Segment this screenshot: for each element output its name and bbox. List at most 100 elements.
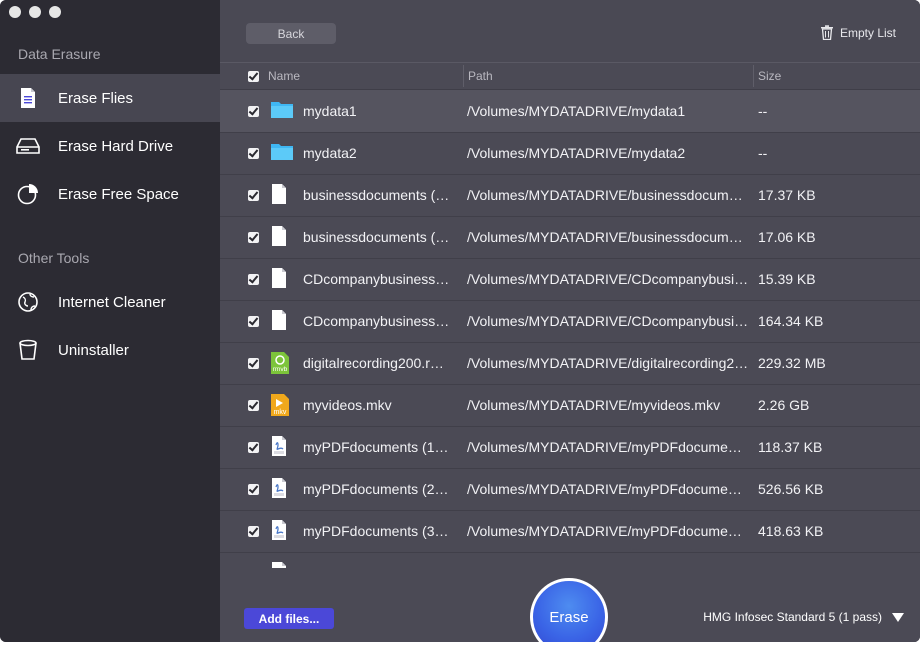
row-checkbox[interactable] — [248, 356, 259, 372]
file-name: CDcompanybusiness… — [303, 313, 450, 329]
file-name: businessdocuments (… — [303, 187, 450, 203]
row-checkbox[interactable] — [248, 146, 259, 162]
table-row[interactable]: rmvb digitalrecording200.r… /Volumes/MYD… — [220, 342, 920, 385]
pdf-file-icon — [270, 519, 292, 543]
folder-icon — [270, 141, 293, 165]
file-path: /Volumes/MYDATADRIVE/myvideos.mkv — [467, 397, 721, 413]
file-size: 418.63 KB — [758, 523, 824, 539]
file-size: 164.34 KB — [758, 313, 824, 329]
file-name: mydata1 — [303, 103, 357, 119]
checkbox — [248, 484, 259, 495]
row-checkbox[interactable] — [248, 314, 259, 330]
file-path: /Volumes/MYDATADRIVE/businessdocume… — [467, 187, 749, 203]
table-row[interactable]: CDcompanybusiness… /Volumes/MYDATADRIVE/… — [220, 258, 920, 301]
checkbox — [248, 70, 259, 82]
row-checkbox[interactable] — [248, 272, 259, 288]
empty-list-label: Empty List — [839, 25, 896, 40]
table-row[interactable]: mydata2 /Volumes/MYDATADRIVE/mydata2 -- — [220, 132, 920, 175]
file-size: 17.37 KB — [758, 187, 816, 203]
checkbox — [248, 442, 259, 453]
pdf-file-icon — [270, 477, 292, 501]
checkbox — [248, 232, 259, 243]
column-size-header[interactable]: Size — [758, 63, 781, 89]
mkv-badge: mkv — [274, 409, 287, 416]
checkbox — [248, 274, 259, 285]
hard-drive-icon — [16, 134, 40, 158]
document-icon — [16, 86, 40, 110]
main-panel: Back Empty List Name Path Size mydata1 /… — [220, 0, 920, 642]
file-path: /Volumes/MYDATADRIVE/mydata2 — [467, 145, 686, 161]
table-row[interactable]: mydata1 /Volumes/MYDATADRIVE/mydata1 -- — [220, 90, 920, 133]
file-size: 2.26 GB — [758, 397, 810, 413]
file-name: businessdocuments (… — [303, 229, 450, 245]
minimize-window-button[interactable] — [29, 6, 41, 18]
table-row-partial[interactable] — [220, 552, 920, 568]
sidebar-item-internet-cleaner[interactable]: Internet Cleaner — [0, 278, 220, 326]
chevron-down-icon — [892, 612, 904, 622]
file-path: /Volumes/MYDATADRIVE/CDcompanybusin… — [467, 271, 749, 287]
column-divider — [753, 65, 754, 87]
sidebar-item-erase-files[interactable]: Erase Flies — [0, 74, 220, 122]
checkbox — [248, 316, 259, 327]
rmvb-badge: rmvb — [273, 366, 288, 373]
file-name: myPDFdocuments (2… — [303, 481, 449, 497]
globe-icon — [16, 290, 40, 314]
file-icon — [270, 309, 292, 333]
trash-bin-icon — [16, 338, 40, 362]
file-size: 17.06 KB — [758, 229, 816, 245]
select-all-checkbox[interactable] — [248, 63, 259, 89]
file-icon — [270, 183, 292, 207]
file-path: /Volumes/MYDATADRIVE/myPDFdocument… — [467, 439, 749, 455]
checkbox — [248, 190, 259, 201]
sidebar-item-erase-hard-drive[interactable]: Erase Hard Drive — [0, 122, 220, 170]
section-title-other-tools: Other Tools — [18, 250, 90, 266]
sidebar-item-erase-free-space[interactable]: Erase Free Space — [0, 170, 220, 218]
table-row[interactable]: mkv myvideos.mkv /Volumes/MYDATADRIVE/my… — [220, 384, 920, 427]
table-row[interactable]: businessdocuments (… /Volumes/MYDATADRIV… — [220, 174, 920, 217]
file-path: /Volumes/MYDATADRIVE/businessdocume… — [467, 229, 749, 245]
empty-list-button[interactable]: Empty List — [820, 25, 896, 40]
sidebar-item-label: Erase Flies — [58, 89, 134, 107]
erase-button[interactable]: Erase — [530, 578, 608, 642]
pdf-file-icon — [270, 561, 292, 568]
file-path: /Volumes/MYDATADRIVE/CDcompanybusin… — [467, 313, 749, 329]
table-row[interactable]: businessdocuments (… /Volumes/MYDATADRIV… — [220, 216, 920, 259]
back-button[interactable]: Back — [246, 23, 336, 44]
file-name: myPDFdocuments (1… — [303, 439, 449, 455]
erase-method-dropdown[interactable]: HMG Infosec Standard 5 (1 pass) — [703, 610, 904, 624]
footer-bar: Add files... Erase HMG Infosec Standard … — [220, 568, 920, 642]
row-checkbox[interactable] — [248, 524, 259, 540]
table-row[interactable]: CDcompanybusiness… /Volumes/MYDATADRIVE/… — [220, 300, 920, 343]
row-checkbox[interactable] — [248, 398, 259, 414]
file-size: 526.56 KB — [758, 481, 824, 497]
table-row[interactable]: myPDFdocuments (1… /Volumes/MYDATADRIVE/… — [220, 426, 920, 469]
row-checkbox[interactable] — [248, 188, 259, 204]
column-name-header[interactable]: Name — [268, 63, 300, 89]
window-controls — [9, 6, 61, 18]
add-files-button[interactable]: Add files... — [244, 608, 334, 629]
sidebar-item-label: Erase Free Space — [58, 185, 179, 203]
row-checkbox[interactable] — [248, 230, 259, 246]
file-size: 15.39 KB — [758, 271, 816, 287]
column-path-header[interactable]: Path — [468, 63, 493, 89]
sidebar-item-label: Internet Cleaner — [58, 293, 166, 311]
row-checkbox[interactable] — [248, 482, 259, 498]
row-checkbox[interactable] — [248, 104, 259, 120]
file-name: CDcompanybusiness… — [303, 271, 450, 287]
file-name: mydata2 — [303, 145, 357, 161]
row-checkbox[interactable] — [248, 440, 259, 456]
sidebar-item-uninstaller[interactable]: Uninstaller — [0, 326, 220, 374]
folder-icon — [270, 99, 293, 123]
close-window-button[interactable] — [9, 6, 21, 18]
file-icon — [270, 267, 292, 291]
zoom-window-button[interactable] — [49, 6, 61, 18]
table-header: Name Path Size — [220, 62, 920, 90]
checkbox — [248, 400, 259, 411]
table-row[interactable]: myPDFdocuments (2… /Volumes/MYDATADRIVE/… — [220, 468, 920, 511]
section-title-data-erasure: Data Erasure — [18, 46, 101, 62]
column-divider — [463, 65, 464, 87]
file-name: myvideos.mkv — [303, 397, 392, 413]
rmvb-file-icon: rmvb — [270, 351, 292, 375]
erase-method-label: HMG Infosec Standard 5 (1 pass) — [703, 610, 882, 624]
table-row[interactable]: myPDFdocuments (3… /Volumes/MYDATADRIVE/… — [220, 510, 920, 553]
